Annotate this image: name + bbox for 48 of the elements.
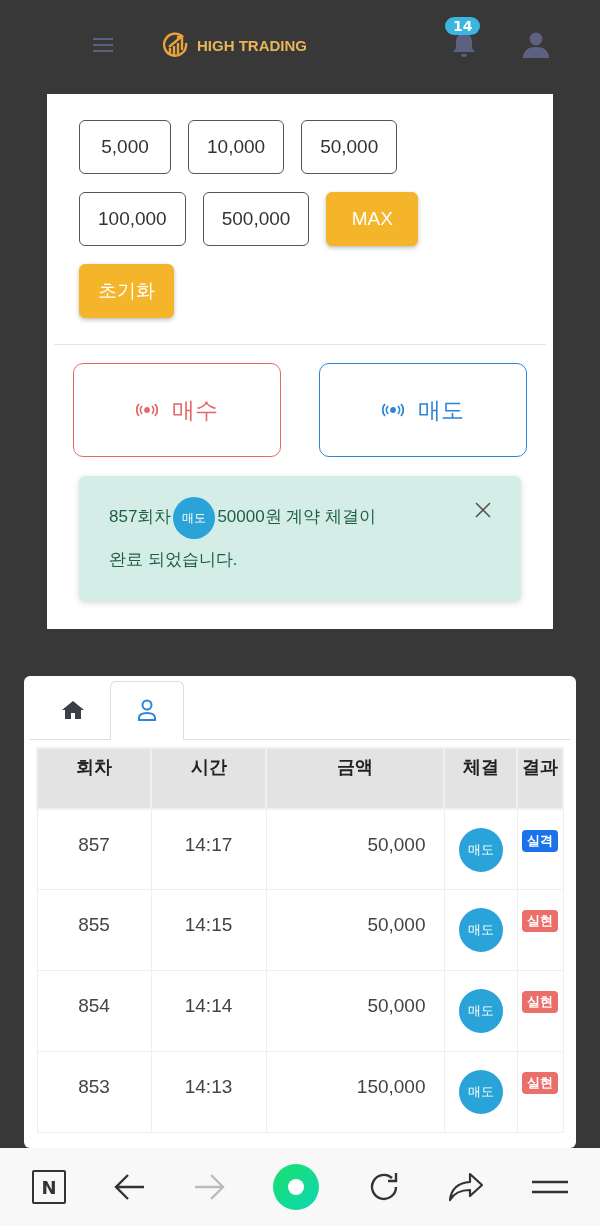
column-header: 금액 xyxy=(266,747,444,809)
signal-icon xyxy=(382,403,404,417)
alert-round: 857회차 xyxy=(109,507,172,526)
amount-button[interactable]: 50,000 xyxy=(301,120,398,174)
sell-badge: 매도 xyxy=(173,496,216,539)
amount-button[interactable]: 500,000 xyxy=(202,192,310,246)
table-cell: 854 xyxy=(37,970,151,1052)
back-icon[interactable] xyxy=(113,1173,146,1201)
table-cell: 50,000 xyxy=(266,970,444,1052)
table-cell: 855 xyxy=(37,889,151,971)
table-cell: 14:15 xyxy=(151,889,266,971)
sell-badge: 매도 xyxy=(458,827,503,872)
table-cell: 150,000 xyxy=(266,1051,444,1133)
signal-icon xyxy=(136,403,158,417)
amount-button[interactable]: 100,000 xyxy=(79,192,186,246)
share-icon[interactable] xyxy=(448,1172,485,1202)
result-badge: 실격 xyxy=(522,829,558,852)
table-cell: 14:17 xyxy=(151,808,266,890)
amount-button[interactable]: 5,000 xyxy=(79,120,171,174)
result-badge: 실현 xyxy=(522,991,558,1013)
table-cell: 50,000 xyxy=(266,889,444,971)
sell-badge: 매도 xyxy=(458,1070,503,1114)
sell-badge: 매도 xyxy=(458,908,503,952)
result-badge: 실현 xyxy=(522,1072,558,1094)
table-cell: 14:14 xyxy=(151,970,266,1052)
logo-icon xyxy=(163,32,189,58)
column-header: 체결 xyxy=(444,747,517,809)
close-icon[interactable] xyxy=(475,502,491,518)
sell-button[interactable]: 매도 xyxy=(319,363,527,457)
amount-button[interactable]: 10,000 xyxy=(188,120,285,174)
logo-text: HIGH TRADING xyxy=(197,36,307,54)
alert-message: 완료 되었습니다. xyxy=(109,548,238,571)
table-cell: 14:13 xyxy=(151,1051,266,1133)
user-icon xyxy=(137,699,157,721)
n-logo-button[interactable]: N xyxy=(32,1170,66,1204)
table-cell: 50,000 xyxy=(266,808,444,890)
column-header: 시간 xyxy=(151,747,266,809)
notification-badge: 14 xyxy=(445,17,481,35)
sell-badge: 매도 xyxy=(458,989,503,1033)
column-header: 회차 xyxy=(37,747,151,809)
result-badge: 실현 xyxy=(522,910,558,932)
menu-icon[interactable] xyxy=(531,1180,568,1194)
home-icon xyxy=(61,700,85,720)
user-tab[interactable] xyxy=(110,680,184,740)
column-header: 결과 xyxy=(517,747,563,809)
alert-message: 50000원 계약 체결이 xyxy=(217,507,377,526)
table-cell: 853 xyxy=(37,1051,151,1133)
table-cell: 857 xyxy=(37,808,151,890)
